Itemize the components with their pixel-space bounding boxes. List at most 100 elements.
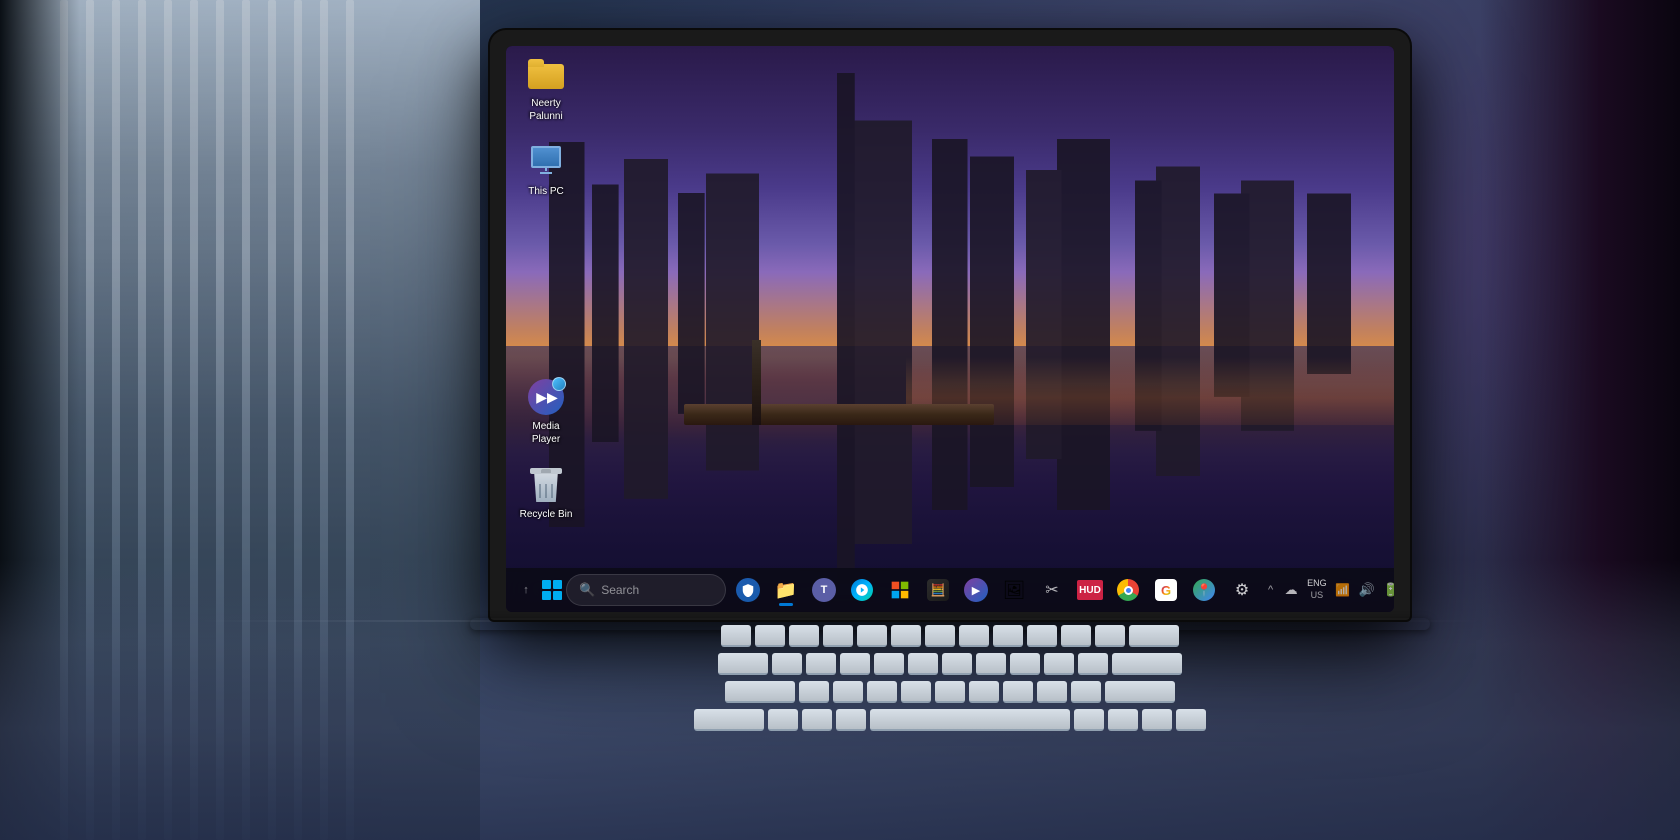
keyboard-row-2 — [490, 653, 1410, 675]
key — [1061, 625, 1091, 647]
pc-label: This PC — [525, 184, 567, 199]
key — [806, 653, 836, 675]
tray-chevron[interactable]: ^ — [1264, 582, 1277, 598]
taskbar: ↑ 🔍 Sear — [506, 568, 1394, 612]
taskbar-app-snip[interactable]: ✂ — [1034, 572, 1070, 608]
taskbar-app-files[interactable]: 📁 — [768, 572, 804, 608]
chrome-icon — [1117, 579, 1139, 601]
key — [1010, 653, 1040, 675]
tray-network[interactable]: 📶 — [1333, 580, 1353, 600]
key — [718, 653, 768, 675]
key — [1003, 681, 1033, 703]
snip-icon: ✂ — [1045, 580, 1058, 600]
search-bar[interactable]: 🔍 Search — [566, 574, 726, 606]
search-icon: 🔍 — [579, 582, 595, 598]
key — [1037, 681, 1067, 703]
key — [942, 653, 972, 675]
key — [789, 625, 819, 647]
media-player-icon: ▶ — [528, 379, 564, 415]
key — [836, 709, 866, 731]
key — [891, 625, 921, 647]
taskbar-app-bitwarden[interactable] — [730, 572, 766, 608]
keyboard-row-3 — [490, 681, 1410, 703]
key — [799, 681, 829, 703]
battery-icon: 🔋 — [1383, 582, 1394, 598]
taskbar-app-photos[interactable]: 🖼 — [996, 572, 1032, 608]
key — [874, 653, 904, 675]
taskbar-app-google[interactable]: G — [1148, 572, 1184, 608]
key — [857, 625, 887, 647]
taskbar-right: ^ ☁ ENG US 📶 — [1264, 576, 1394, 603]
photos-icon: 🖼 — [1003, 580, 1026, 601]
folder-label: Neerty Palunni — [516, 96, 576, 124]
key — [755, 625, 785, 647]
key — [1112, 653, 1182, 675]
language-indicator[interactable]: ENG US — [1305, 578, 1329, 601]
network-icon: 📶 — [1335, 583, 1350, 597]
taskbar-app-teams[interactable]: T — [806, 572, 842, 608]
taskbar-action-left[interactable]: ↑ — [514, 572, 538, 608]
calculator-icon: 🧮 — [927, 579, 949, 601]
key — [969, 681, 999, 703]
key — [959, 625, 989, 647]
key — [976, 653, 1006, 675]
taskbar-app-settings[interactable]: ⚙ — [1224, 572, 1260, 608]
language-code: ENG — [1307, 578, 1327, 590]
chevron-icon: ^ — [1268, 584, 1273, 596]
desktop-icon-folder[interactable]: Neerty Palunni — [516, 56, 576, 124]
hud-icon: HUD — [1077, 580, 1103, 600]
key — [840, 653, 870, 675]
edge-icon — [851, 579, 873, 601]
key — [721, 625, 751, 647]
lighthouse — [752, 340, 761, 425]
taskbar-app-hud[interactable]: HUD — [1072, 572, 1108, 608]
tray-cloud[interactable]: ☁ — [1281, 580, 1301, 600]
store-icon — [889, 579, 911, 601]
teams-icon: T — [812, 578, 836, 602]
key — [1108, 709, 1138, 731]
bitwarden-icon — [736, 578, 760, 602]
taskbar-app-calculator[interactable]: 🧮 — [920, 572, 956, 608]
google-icon: G — [1155, 579, 1177, 601]
key — [1129, 625, 1179, 647]
key — [901, 681, 931, 703]
key — [823, 625, 853, 647]
pier-walkway — [684, 404, 995, 425]
keyboard-row-1 — [490, 625, 1410, 647]
desktop-icon-recycle-bin[interactable]: Recycle Bin — [516, 467, 576, 522]
desktop-icon-this-pc[interactable]: This PC — [516, 144, 576, 199]
pc-icon — [528, 144, 564, 180]
key — [993, 625, 1023, 647]
key — [725, 681, 795, 703]
tray-battery[interactable]: 🔋 — [1381, 580, 1394, 600]
spacebar — [870, 709, 1070, 731]
key — [1071, 681, 1101, 703]
taskbar-app-chrome[interactable] — [1110, 572, 1146, 608]
taskbar-app-maps[interactable]: 📍 — [1186, 572, 1222, 608]
taskbar-app-store[interactable] — [882, 572, 918, 608]
key — [1078, 653, 1108, 675]
cloud-icon: ☁ — [1285, 582, 1298, 598]
key — [1095, 625, 1125, 647]
keyboard-row-4 — [490, 709, 1410, 731]
tray-volume[interactable]: 🔊 — [1357, 580, 1377, 600]
key — [772, 653, 802, 675]
taskbar-center: 📁 T — [730, 572, 1260, 608]
desktop-wallpaper: Neerty Palunni This PC — [506, 46, 1394, 612]
taskbar-app-media[interactable]: ▶ — [958, 572, 994, 608]
key — [908, 653, 938, 675]
start-button[interactable] — [542, 572, 562, 608]
desktop-icon-media-player[interactable]: ▶ Media Player — [516, 379, 576, 447]
laptop-base — [460, 610, 1440, 810]
key — [935, 681, 965, 703]
screen: Neerty Palunni This PC — [506, 46, 1394, 612]
key — [867, 681, 897, 703]
key — [1142, 709, 1172, 731]
pier — [684, 340, 995, 425]
taskbar-app-edge[interactable] — [844, 572, 880, 608]
speaker-icon: 🔊 — [1359, 582, 1375, 598]
key — [1074, 709, 1104, 731]
search-placeholder-text: Search — [601, 583, 639, 597]
settings-icon: ⚙ — [1231, 579, 1253, 601]
key — [1176, 709, 1206, 731]
